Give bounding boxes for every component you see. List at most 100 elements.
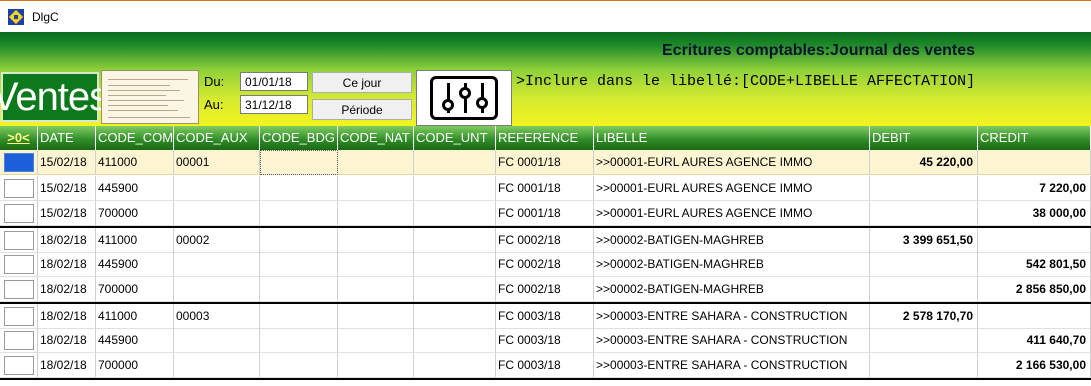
column-header-reference[interactable]: REFERENCE xyxy=(496,126,594,150)
table-row[interactable]: 18/02/18 700000 FC 0002/18 >>00002-BATIG… xyxy=(0,277,1091,302)
cell-code-aux[interactable] xyxy=(174,201,260,226)
row-selector-cell[interactable] xyxy=(0,277,38,302)
row-selector-checkbox[interactable] xyxy=(4,231,34,250)
row-selector-checkbox[interactable] xyxy=(4,331,34,350)
cell-code-bdg[interactable] xyxy=(260,304,338,329)
cell-credit[interactable]: 2 166 530,00 xyxy=(978,353,1091,378)
selector-column-header[interactable]: >0< xyxy=(0,126,38,150)
column-header-code-aux[interactable]: CODE_AUX xyxy=(174,126,260,150)
cell-credit[interactable] xyxy=(978,228,1091,253)
cell-date[interactable]: 18/02/18 xyxy=(38,228,96,253)
row-selector-checkbox[interactable] xyxy=(4,307,34,326)
table-row[interactable]: 15/02/18 445900 FC 0001/18 >>00001-EURL … xyxy=(0,176,1091,201)
cell-code-bdg[interactable] xyxy=(260,328,338,353)
cell-code-aux[interactable] xyxy=(174,176,260,201)
column-header-date[interactable]: DATE xyxy=(38,126,96,150)
cell-date[interactable]: 18/02/18 xyxy=(38,252,96,277)
cell-debit[interactable]: 2 578 170,70 xyxy=(870,304,978,329)
table-row[interactable]: 18/02/18 445900 FC 0002/18 >>00002-BATIG… xyxy=(0,252,1091,277)
cell-code-nat[interactable] xyxy=(338,150,414,175)
row-selector-checkbox[interactable] xyxy=(4,204,34,223)
cell-libelle[interactable]: >>00003-ENTRE SAHARA - CONSTRUCTION xyxy=(594,353,870,378)
cell-debit[interactable] xyxy=(870,328,978,353)
cell-code-unt[interactable] xyxy=(414,304,496,329)
cell-reference[interactable]: FC 0001/18 xyxy=(496,150,594,175)
cell-code-bdg[interactable] xyxy=(260,277,338,302)
cell-code-aux[interactable]: 00003 xyxy=(174,304,260,329)
cell-code-nat[interactable] xyxy=(338,328,414,353)
row-selector-cell[interactable] xyxy=(0,353,38,378)
row-selector-checkbox[interactable] xyxy=(4,280,34,299)
column-header-code-com[interactable]: CODE_COM xyxy=(96,126,174,150)
cell-date[interactable]: 18/02/18 xyxy=(38,304,96,329)
cell-reference[interactable]: FC 0003/18 xyxy=(496,353,594,378)
cell-code-com[interactable]: 445900 xyxy=(96,176,174,201)
cell-reference[interactable]: FC 0001/18 xyxy=(496,176,594,201)
row-selector-cell[interactable] xyxy=(0,228,38,253)
filter-settings-button[interactable] xyxy=(416,70,512,126)
cell-code-nat[interactable] xyxy=(338,176,414,201)
cell-credit[interactable]: 542 801,50 xyxy=(978,252,1091,277)
cell-code-nat[interactable] xyxy=(338,277,414,302)
cell-credit[interactable] xyxy=(978,150,1091,175)
cell-code-com[interactable]: 700000 xyxy=(96,201,174,226)
cell-code-bdg[interactable] xyxy=(260,201,338,226)
cell-code-bdg[interactable] xyxy=(260,252,338,277)
cell-code-unt[interactable] xyxy=(414,150,496,175)
cell-debit[interactable] xyxy=(870,201,978,226)
au-date-input[interactable]: 31/12/18 xyxy=(240,95,308,114)
cell-credit[interactable]: 2 856 850,00 xyxy=(978,277,1091,302)
cell-code-aux[interactable] xyxy=(174,252,260,277)
column-header-debit[interactable]: DEBIT xyxy=(870,126,978,150)
cell-debit[interactable]: 3 399 651,50 xyxy=(870,228,978,253)
cell-code-nat[interactable] xyxy=(338,353,414,378)
column-header-credit[interactable]: CREDIT xyxy=(978,126,1091,150)
row-selector-cell[interactable] xyxy=(0,252,38,277)
cell-debit[interactable] xyxy=(870,353,978,378)
cell-debit[interactable] xyxy=(870,277,978,302)
cell-reference[interactable]: FC 0003/18 xyxy=(496,328,594,353)
column-header-code-nat[interactable]: CODE_NAT xyxy=(338,126,414,150)
column-header-code-bdg[interactable]: CODE_BDG xyxy=(260,126,338,150)
cell-libelle[interactable]: >>00002-BATIGEN-MAGHREB xyxy=(594,277,870,302)
ledger-thumbnail-icon[interactable] xyxy=(101,70,199,124)
cell-code-aux[interactable] xyxy=(174,277,260,302)
cell-code-com[interactable]: 445900 xyxy=(96,328,174,353)
cell-reference[interactable]: FC 0002/18 xyxy=(496,228,594,253)
cell-code-nat[interactable] xyxy=(338,201,414,226)
cell-date[interactable]: 18/02/18 xyxy=(38,353,96,378)
table-row[interactable]: 15/02/18 411000 00001 FC 0001/18 >>00001… xyxy=(0,150,1091,175)
cell-date[interactable]: 18/02/18 xyxy=(38,277,96,302)
cell-credit[interactable]: 38 000,00 xyxy=(978,201,1091,226)
ce-jour-button[interactable]: Ce jour xyxy=(312,72,412,93)
cell-code-com[interactable]: 411000 xyxy=(96,228,174,253)
table-row[interactable]: 18/02/18 445900 FC 0003/18 >>00003-ENTRE… xyxy=(0,328,1091,353)
cell-code-bdg[interactable] xyxy=(260,228,338,253)
cell-code-aux[interactable]: 00002 xyxy=(174,228,260,253)
cell-libelle[interactable]: >>00002-BATIGEN-MAGHREB xyxy=(594,252,870,277)
cell-code-unt[interactable] xyxy=(414,328,496,353)
column-header-code-unt[interactable]: CODE_UNT xyxy=(414,126,496,150)
cell-libelle[interactable]: >>00002-BATIGEN-MAGHREB xyxy=(594,228,870,253)
cell-debit[interactable] xyxy=(870,252,978,277)
row-selector-cell[interactable] xyxy=(0,328,38,353)
cell-reference[interactable]: FC 0002/18 xyxy=(496,277,594,302)
cell-code-unt[interactable] xyxy=(414,353,496,378)
cell-libelle[interactable]: >>00001-EURL AURES AGENCE IMMO xyxy=(594,150,870,175)
cell-code-unt[interactable] xyxy=(414,201,496,226)
du-date-input[interactable]: 01/01/18 xyxy=(240,72,308,91)
cell-date[interactable]: 18/02/18 xyxy=(38,328,96,353)
cell-credit[interactable]: 411 640,70 xyxy=(978,328,1091,353)
cell-code-bdg[interactable] xyxy=(260,353,338,378)
cell-code-unt[interactable] xyxy=(414,176,496,201)
table-row[interactable]: 15/02/18 700000 FC 0001/18 >>00001-EURL … xyxy=(0,201,1091,226)
cell-code-com[interactable]: 411000 xyxy=(96,304,174,329)
row-selector-cell[interactable] xyxy=(0,304,38,329)
table-row[interactable]: 18/02/18 411000 00002 FC 0002/18 >>00002… xyxy=(0,226,1091,253)
row-selector-checkbox[interactable] xyxy=(4,179,34,198)
cell-code-aux[interactable] xyxy=(174,328,260,353)
cell-code-nat[interactable] xyxy=(338,252,414,277)
cell-date[interactable]: 15/02/18 xyxy=(38,150,96,175)
cell-code-com[interactable]: 700000 xyxy=(96,277,174,302)
cell-code-unt[interactable] xyxy=(414,228,496,253)
